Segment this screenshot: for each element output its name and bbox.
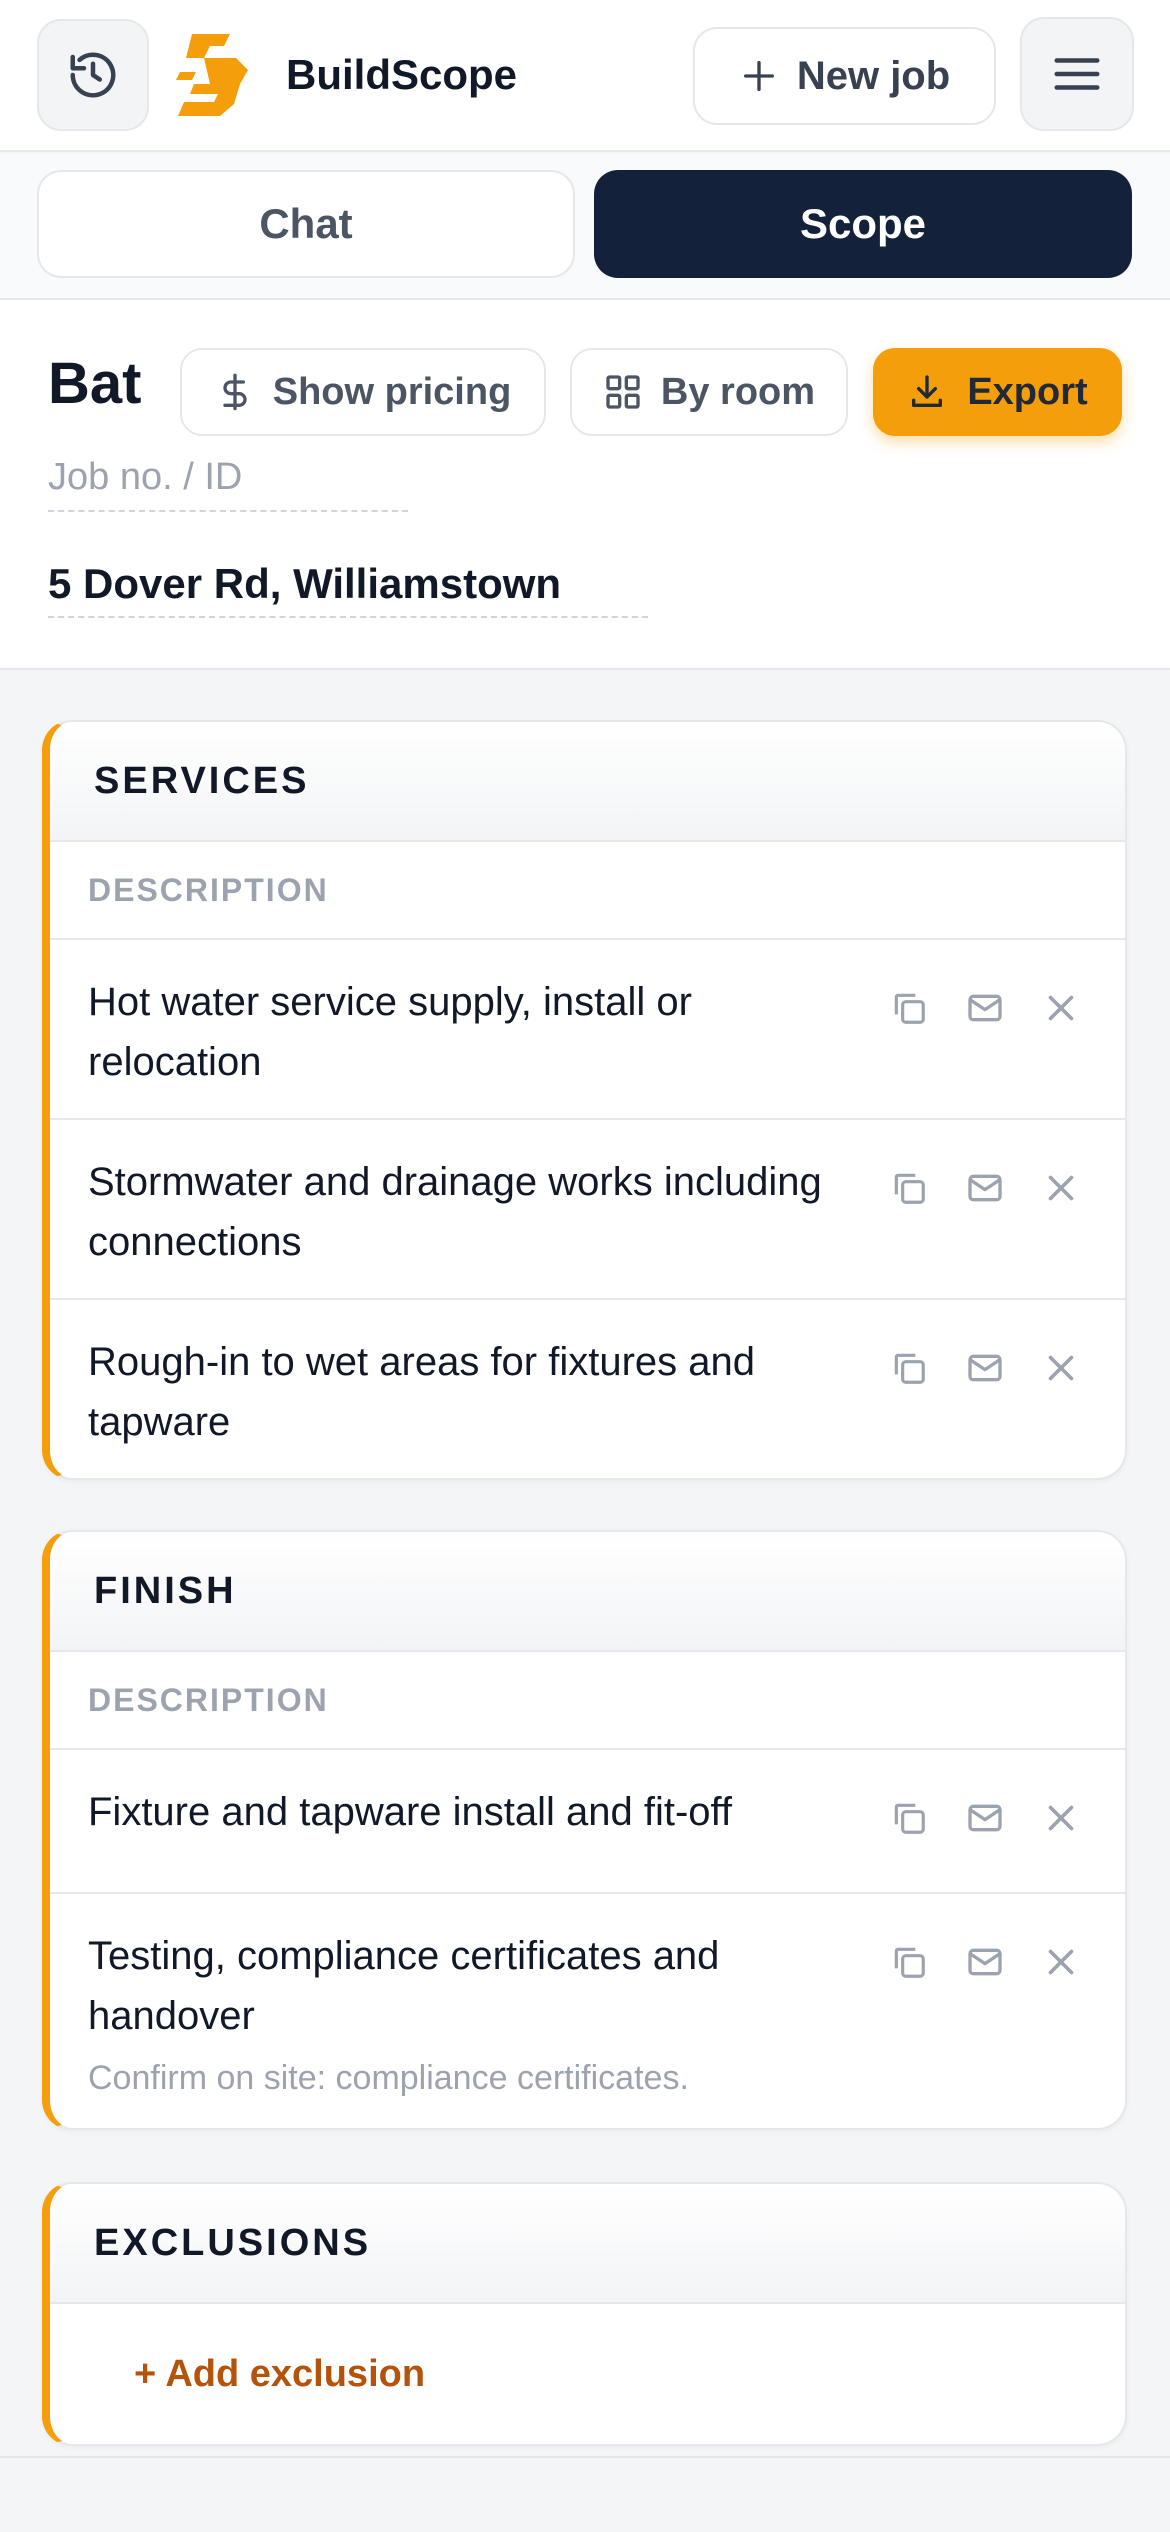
row-actions	[889, 1168, 1081, 1208]
by-room-button[interactable]: By room	[570, 348, 848, 436]
dollar-icon	[223, 373, 247, 411]
job-header: Bat Show pricing By room Export Job no. …	[0, 300, 1170, 670]
row-description[interactable]: Hot water service supply, install or rel…	[88, 972, 848, 1092]
column-header: DESCRIPTION	[50, 1652, 1125, 1750]
mail-icon	[968, 994, 1002, 1022]
delete-button[interactable]	[1041, 1348, 1081, 1388]
row-note: Confirm on site: compliance certificates…	[88, 2059, 689, 2097]
email-button[interactable]	[965, 1798, 1005, 1838]
export-label: Export	[967, 370, 1088, 413]
duplicate-button[interactable]	[889, 1168, 929, 1208]
table-row[interactable]: Hot water service supply, install or rel…	[50, 940, 1125, 1120]
close-icon	[1048, 1355, 1074, 1381]
mail-icon	[968, 1804, 1002, 1832]
email-button[interactable]	[965, 1942, 1005, 1982]
duplicate-button[interactable]	[889, 1942, 929, 1982]
section-exclusions: EXCLUSIONS + Add exclusion	[42, 2182, 1127, 2446]
section-title: SERVICES	[50, 722, 1125, 842]
history-icon	[70, 52, 116, 98]
mail-icon	[968, 1948, 1002, 1976]
duplicate-button[interactable]	[889, 1798, 929, 1838]
by-room-label: By room	[660, 370, 816, 413]
history-button[interactable]	[37, 19, 149, 131]
row-actions	[889, 1348, 1081, 1388]
table-row[interactable]: Stormwater and drainage works including …	[50, 1120, 1125, 1300]
column-header: DESCRIPTION	[50, 842, 1125, 940]
table-row[interactable]: Fixture and tapware install and fit-off	[50, 1750, 1125, 1894]
export-button[interactable]: Export	[873, 348, 1122, 436]
mail-icon	[968, 1354, 1002, 1382]
new-job-button[interactable]: New job	[693, 27, 996, 125]
hamburger-menu-icon	[1054, 58, 1100, 90]
download-icon	[912, 375, 943, 407]
duplicate-button[interactable]	[889, 1348, 929, 1388]
email-button[interactable]	[965, 1168, 1005, 1208]
copy-icon	[894, 1173, 925, 1204]
row-actions	[889, 1798, 1081, 1838]
close-icon	[1048, 1949, 1074, 1975]
grid-icon	[606, 375, 640, 409]
section-finish: FINISH DESCRIPTION Fixture and tapware i…	[42, 1530, 1127, 2130]
row-description[interactable]: Testing, compliance certificates and han…	[88, 1926, 848, 2046]
email-button[interactable]	[965, 1348, 1005, 1388]
close-icon	[1048, 1175, 1074, 1201]
section-title: EXCLUSIONS	[50, 2184, 1125, 2304]
row-actions	[889, 1942, 1081, 1982]
table-row[interactable]: Rough-in to wet areas for fixtures and t…	[50, 1300, 1125, 1478]
show-pricing-button[interactable]: Show pricing	[180, 348, 546, 436]
delete-button[interactable]	[1041, 1168, 1081, 1208]
row-description[interactable]: Fixture and tapware install and fit-off	[88, 1782, 848, 1842]
tab-scope[interactable]: Scope	[594, 170, 1132, 278]
address-input[interactable]: 5 Dover Rd, Williamstown	[48, 556, 648, 618]
copy-icon	[894, 1947, 925, 1978]
delete-button[interactable]	[1041, 1942, 1081, 1982]
email-button[interactable]	[965, 988, 1005, 1028]
view-tabs: Chat Scope	[0, 154, 1170, 300]
section-title: FINISH	[50, 1532, 1125, 1652]
job-number-input[interactable]: Job no. / ID	[48, 452, 408, 512]
row-description[interactable]: Stormwater and drainage works including …	[88, 1152, 848, 1272]
plus-icon	[743, 61, 774, 92]
copy-icon	[894, 1353, 925, 1384]
row-description[interactable]: Rough-in to wet areas for fixtures and t…	[88, 1332, 848, 1452]
add-exclusion-button[interactable]: + Add exclusion	[50, 2304, 1125, 2444]
buildscope-logo	[176, 34, 248, 116]
show-pricing-label: Show pricing	[272, 370, 512, 413]
table-row[interactable]: Testing, compliance certificates and han…	[50, 1894, 1125, 2128]
new-job-label: New job	[796, 53, 951, 98]
close-icon	[1048, 995, 1074, 1021]
copy-icon	[894, 993, 925, 1024]
tab-chat[interactable]: Chat	[37, 170, 575, 278]
delete-button[interactable]	[1041, 988, 1081, 1028]
job-title[interactable]: Bat	[48, 350, 141, 417]
row-actions	[889, 988, 1081, 1028]
copy-icon	[894, 1803, 925, 1834]
top-bar: BuildScope New job	[0, 0, 1170, 152]
section-services: SERVICES DESCRIPTION Hot water service s…	[42, 720, 1127, 1480]
duplicate-button[interactable]	[889, 988, 929, 1028]
delete-button[interactable]	[1041, 1798, 1081, 1838]
close-icon	[1048, 1805, 1074, 1831]
menu-button[interactable]	[1020, 17, 1134, 131]
divider	[0, 2456, 1170, 2458]
brand-name: BuildScope	[286, 51, 518, 98]
mail-icon	[968, 1174, 1002, 1202]
